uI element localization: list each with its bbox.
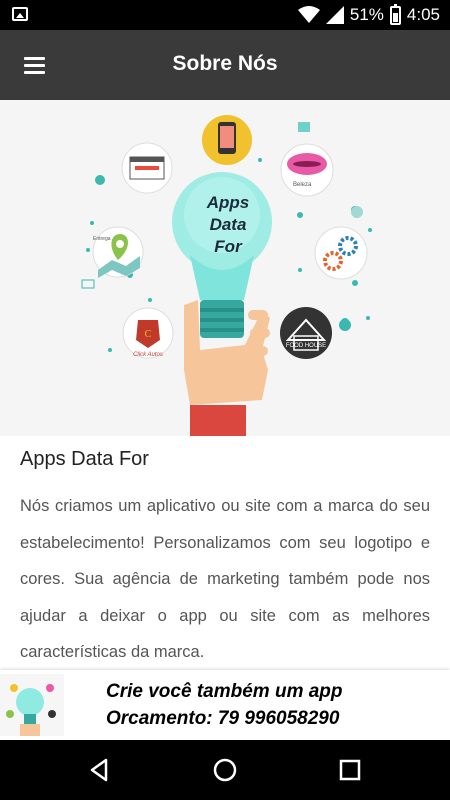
bulb-line-2: Data <box>210 215 247 234</box>
system-nav-bar <box>0 740 450 800</box>
about-content: Apps Data For Nós criamos um aplicativo … <box>20 448 430 671</box>
hand-bulb-icon: Apps Data For <box>172 172 272 436</box>
section-body: Nós criamos um aplicativo ou site com a … <box>20 497 430 661</box>
food-house-label: FOOD HOUSE <box>286 343 326 349</box>
entrega-label: Entrega <box>93 236 111 242</box>
section-heading: Apps Data For <box>20 448 149 470</box>
image-icon <box>12 7 28 21</box>
battery-charging-icon <box>389 3 401 25</box>
battery-percent: 51% <box>349 5 384 24</box>
gears-icon <box>314 226 368 280</box>
mail-icon <box>81 279 95 289</box>
browser-icon <box>121 142 173 194</box>
hero-illustration: Beleza FOOD HOUSE Entrega C Click Autos … <box>0 100 450 436</box>
status-bar: 51% 4:05 <box>0 0 450 30</box>
banner-thumbnail <box>0 674 64 736</box>
app-bar: Sobre Nós <box>0 30 450 100</box>
lips-icon: Beleza <box>280 143 334 197</box>
svg-text:C: C <box>145 329 152 340</box>
pie-icon <box>351 206 363 218</box>
status-right: 51% 4:05 <box>297 0 440 30</box>
home-icon[interactable] <box>210 755 240 785</box>
hero-svg: Beleza FOOD HOUSE Entrega C Click Autos … <box>81 115 372 436</box>
back-icon[interactable] <box>84 755 114 785</box>
clock: 4:05 <box>406 5 440 24</box>
bulb-line-3: For <box>214 237 243 256</box>
promo-banner[interactable]: Crie você também um app Orcamento: 79 99… <box>0 670 450 740</box>
banner-line-1: Crie você também um app <box>106 681 343 702</box>
wifi-icon <box>297 6 320 23</box>
beleza-label: Beleza <box>293 182 312 188</box>
banner-line-2: Orcamento: 79 996058290 <box>106 708 340 729</box>
car-badge-icon: C Click Autos <box>122 307 174 359</box>
pin-dot-icon <box>339 319 351 331</box>
page-title: Sobre Nós <box>172 52 278 75</box>
click-autos-label: Click Autos <box>133 352 163 358</box>
chat-icon <box>298 122 310 132</box>
phone-icon <box>202 115 252 165</box>
house-icon: FOOD HOUSE <box>280 307 332 359</box>
recents-icon[interactable] <box>335 755 365 785</box>
signal-icon <box>325 6 344 24</box>
map-pin-icon: Entrega <box>92 226 144 278</box>
bulb-line-1: Apps <box>206 193 250 212</box>
